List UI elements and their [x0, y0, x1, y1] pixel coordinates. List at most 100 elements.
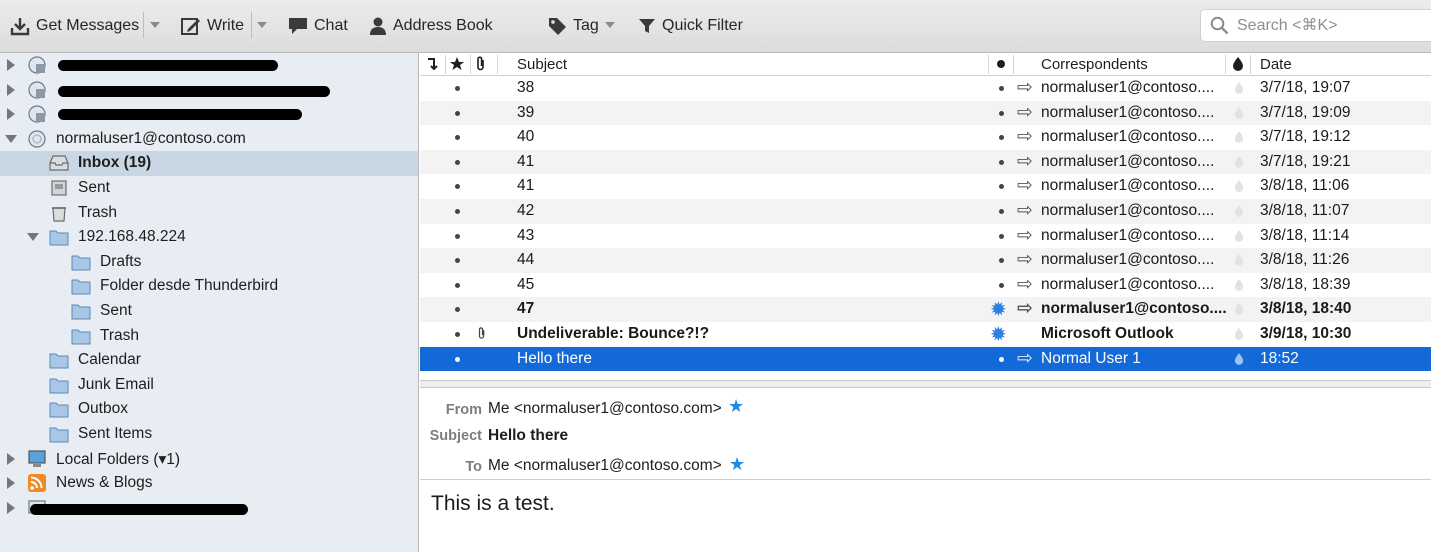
- folder-drafts[interactable]: Drafts: [0, 250, 418, 275]
- read-status-column-icon[interactable]: [997, 60, 1005, 68]
- junk-status-icon[interactable]: [1234, 204, 1244, 218]
- junk-status-icon[interactable]: [1234, 130, 1244, 144]
- star-toggle-icon[interactable]: [455, 233, 460, 239]
- account-row-normaluser1[interactable]: normaluser1@contoso.com: [0, 127, 418, 152]
- folder-sub-sent[interactable]: Sent: [0, 299, 418, 324]
- message-row[interactable]: 45 ⇨ normaluser1@contoso.... 3/8/18, 18:39: [420, 273, 1431, 298]
- pane-splitter[interactable]: [420, 380, 1431, 388]
- star-toggle-icon[interactable]: [455, 209, 460, 214]
- account-row-redacted[interactable]: [0, 102, 418, 127]
- tag-dropdown-icon[interactable]: [605, 22, 615, 28]
- message-row[interactable]: 40 ⇨ normaluser1@contoso.... 3/7/18, 19:12: [420, 125, 1431, 150]
- new-message-icon[interactable]: ✹: [990, 297, 1007, 322]
- message-row[interactable]: 41 ⇨ normaluser1@contoso.... 3/8/18, 11:06: [420, 174, 1431, 199]
- junk-status-icon[interactable]: [1234, 81, 1244, 95]
- expand-twisty-icon[interactable]: [7, 477, 15, 490]
- folder-sent-items[interactable]: Sent Items: [0, 422, 418, 447]
- star-toggle-icon[interactable]: [455, 307, 460, 313]
- read-status-icon[interactable]: [999, 356, 1004, 362]
- read-status-icon[interactable]: [999, 209, 1004, 214]
- contact-star-icon[interactable]: ★: [728, 396, 744, 417]
- junk-status-icon[interactable]: [1234, 155, 1244, 169]
- attachment-column-icon[interactable]: [475, 56, 487, 72]
- account-row-redacted[interactable]: [0, 78, 418, 103]
- message-row[interactable]: 43 ⇨ normaluser1@contoso.... 3/8/18, 11:14: [420, 224, 1431, 249]
- collapse-twisty-icon[interactable]: [27, 233, 39, 242]
- message-correspondent: normaluser1@contoso....: [1041, 226, 1215, 244]
- expand-twisty-icon[interactable]: [7, 501, 15, 514]
- junk-status-icon[interactable]: [1234, 229, 1244, 243]
- chat-button[interactable]: Chat: [288, 14, 348, 38]
- junk-status-icon[interactable]: [1234, 352, 1244, 366]
- message-row[interactable]: 42 ⇨ normaluser1@contoso.... 3/8/18, 11:07: [420, 199, 1431, 224]
- new-message-icon[interactable]: ✹: [990, 322, 1007, 347]
- folder-junk-email[interactable]: Junk Email: [0, 373, 418, 398]
- star-toggle-icon[interactable]: [455, 332, 460, 337]
- read-status-icon[interactable]: [999, 135, 1004, 141]
- star-toggle-icon[interactable]: [455, 135, 460, 141]
- get-messages-dropdown-icon[interactable]: [150, 22, 160, 28]
- search-input[interactable]: [1237, 16, 1427, 35]
- read-status-icon[interactable]: [999, 282, 1004, 288]
- folder-inbox[interactable]: Inbox (19): [0, 151, 418, 176]
- read-status-icon[interactable]: [999, 233, 1004, 239]
- correspondents-column-header[interactable]: Correspondents: [1041, 56, 1148, 73]
- folder-sub-trash[interactable]: Trash: [0, 324, 418, 349]
- message-row[interactable]: Hello there ⇨ Normal User 1 18:52: [420, 346, 1431, 372]
- message-row[interactable]: 41 ⇨ normaluser1@contoso.... 3/7/18, 19:21: [420, 149, 1431, 175]
- folder-outbox[interactable]: Outbox: [0, 397, 418, 422]
- junk-status-icon[interactable]: [1234, 327, 1244, 341]
- star-toggle-icon[interactable]: [455, 184, 460, 190]
- write-button[interactable]: Write: [181, 14, 244, 38]
- star-toggle-icon[interactable]: [455, 159, 460, 165]
- read-status-icon[interactable]: [999, 258, 1004, 264]
- account-row-redacted[interactable]: [0, 496, 418, 521]
- read-status-icon[interactable]: [999, 86, 1004, 91]
- date-column-header[interactable]: Date: [1260, 56, 1292, 73]
- subject-column-header[interactable]: Subject: [517, 56, 567, 73]
- star-toggle-icon[interactable]: [455, 282, 460, 288]
- message-row[interactable]: 38 ⇨ normaluser1@contoso.... 3/7/18, 19:07: [420, 76, 1431, 101]
- search-box[interactable]: [1200, 9, 1431, 42]
- star-toggle-icon[interactable]: [455, 356, 460, 362]
- folder-calendar[interactable]: Calendar: [0, 348, 418, 373]
- star-column-icon[interactable]: [449, 56, 465, 72]
- read-status-icon[interactable]: [999, 159, 1004, 165]
- expand-twisty-icon[interactable]: [7, 83, 15, 96]
- account-row-redacted[interactable]: [0, 53, 418, 78]
- message-row[interactable]: 47 ✹ ⇨ normaluser1@contoso.... 3/8/18, 18:40: [420, 297, 1431, 322]
- folder-desde-thunderbird[interactable]: Folder desde Thunderbird: [0, 274, 418, 299]
- folder-imap-server[interactable]: 192.168.48.224: [0, 225, 418, 250]
- message-row[interactable]: 44 ⇨ normaluser1@contoso.... 3/8/18, 11:26: [420, 248, 1431, 273]
- junk-column-icon[interactable]: [1232, 56, 1244, 72]
- message-row[interactable]: Undeliverable: Bounce?!? ✹ Microsoft Outlo…: [420, 322, 1431, 347]
- message-row[interactable]: 39 ⇨ normaluser1@contoso.... 3/7/18, 19:09: [420, 100, 1431, 126]
- junk-status-icon[interactable]: [1234, 302, 1244, 316]
- junk-status-icon[interactable]: [1234, 253, 1244, 267]
- junk-status-icon[interactable]: [1234, 106, 1244, 120]
- read-status-icon[interactable]: [999, 184, 1004, 190]
- folder-news-blogs[interactable]: News & Blogs: [0, 471, 418, 496]
- quick-filter-button[interactable]: Quick Filter: [638, 14, 743, 38]
- tag-button[interactable]: Tag: [548, 14, 599, 38]
- to-value[interactable]: Me <normaluser1@contoso.com>: [488, 457, 722, 475]
- address-book-button[interactable]: Address Book: [369, 14, 493, 38]
- junk-status-icon[interactable]: [1234, 179, 1244, 193]
- expand-twisty-icon[interactable]: [7, 108, 15, 121]
- read-status-icon[interactable]: [999, 110, 1004, 116]
- write-dropdown-icon[interactable]: [257, 22, 267, 28]
- folder-local-folders[interactable]: Local Folders (▾1): [0, 447, 418, 472]
- junk-status-icon[interactable]: [1234, 278, 1244, 292]
- from-value[interactable]: Me <normaluser1@contoso.com>: [488, 400, 722, 418]
- contact-star-icon[interactable]: ★: [729, 454, 745, 475]
- folder-trash[interactable]: Trash: [0, 201, 418, 226]
- collapse-twisty-icon[interactable]: [5, 134, 17, 143]
- star-toggle-icon[interactable]: [455, 110, 460, 116]
- expand-twisty-icon[interactable]: [7, 59, 15, 71]
- expand-twisty-icon[interactable]: [7, 452, 15, 465]
- thread-column-icon[interactable]: [426, 57, 440, 72]
- star-toggle-icon[interactable]: [455, 258, 460, 264]
- star-toggle-icon[interactable]: [455, 86, 460, 91]
- get-messages-button[interactable]: Get Messages: [10, 14, 139, 38]
- folder-sent[interactable]: Sent: [0, 176, 418, 201]
